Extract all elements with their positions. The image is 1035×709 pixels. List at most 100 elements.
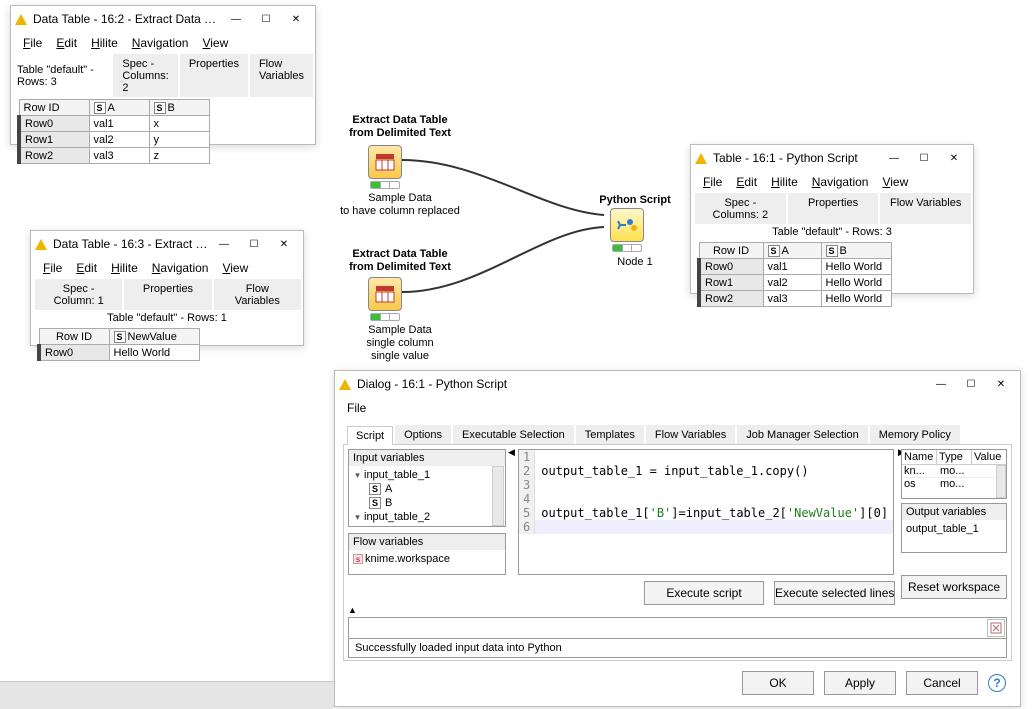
data-table[interactable]: Row ID SNewValue Row0Hello World: [37, 328, 200, 361]
col-rowid[interactable]: Row ID: [39, 329, 109, 345]
execute-script-button[interactable]: Execute script: [644, 581, 764, 605]
splitter-up-icon[interactable]: ▲: [348, 605, 357, 615]
tree-item[interactable]: ▾input_table_1: [351, 468, 503, 482]
collapse-icon[interactable]: ▾: [353, 513, 362, 522]
col-rowid[interactable]: Row ID: [19, 100, 89, 116]
tab-executable[interactable]: Executable Selection: [453, 425, 574, 444]
tab-templates[interactable]: Templates: [576, 425, 644, 444]
flow-var-item[interactable]: s knime.workspace: [349, 550, 505, 568]
minimize-button[interactable]: —: [926, 373, 956, 395]
close-button[interactable]: ✕: [986, 373, 1016, 395]
python-script-dialog: Dialog - 16:1 - Python Script — ☐ ✕ File…: [334, 370, 1021, 707]
tab-jobmgr[interactable]: Job Manager Selection: [737, 425, 868, 444]
col-type[interactable]: Type: [937, 450, 972, 464]
maximize-button[interactable]: ☐: [909, 147, 939, 169]
minimize-button[interactable]: —: [209, 233, 239, 255]
minimize-button[interactable]: —: [221, 8, 251, 30]
data-table-window-2: Data Table - 16:3 - Extract Dat... — ☐ ✕…: [30, 230, 304, 346]
tab-flowvars[interactable]: Flow Variables: [214, 279, 301, 310]
data-table[interactable]: Row ID SA SB Row0val1Hello World Row1val…: [697, 242, 892, 307]
menu-view[interactable]: View: [876, 173, 914, 191]
clear-console-button[interactable]: [987, 619, 1005, 637]
menu-hilite[interactable]: Hilite: [105, 259, 144, 277]
collapse-icon[interactable]: ▾: [353, 471, 362, 480]
menu-file[interactable]: File: [37, 259, 68, 277]
col-rowid[interactable]: Row ID: [699, 243, 763, 259]
code-editor[interactable]: 123 456 output_table_1 = input_table_1.c…: [518, 449, 894, 575]
table-row[interactable]: Row1val2Hello World: [699, 275, 891, 291]
python-script-node[interactable]: [610, 208, 644, 242]
apply-button[interactable]: Apply: [824, 671, 896, 695]
ok-button[interactable]: OK: [742, 671, 814, 695]
table-row[interactable]: kn...mo...: [902, 465, 1006, 478]
extract-table-node-1[interactable]: [368, 145, 402, 179]
close-button[interactable]: ✕: [939, 147, 969, 169]
tab-spec[interactable]: Spec - Columns: 2: [695, 193, 786, 224]
menu-edit[interactable]: Edit: [70, 259, 103, 277]
output-var-item[interactable]: output_table_1: [902, 520, 1006, 538]
menu-view[interactable]: View: [196, 34, 234, 52]
table-row[interactable]: osmo...: [902, 478, 1006, 490]
tab-properties[interactable]: Properties: [788, 193, 879, 224]
tab-properties[interactable]: Properties: [124, 279, 211, 310]
menu-navigation[interactable]: Navigation: [126, 34, 195, 52]
help-button[interactable]: ?: [988, 674, 1006, 692]
col-a[interactable]: SA: [763, 243, 821, 259]
tab-flowvars[interactable]: Flow Variables: [880, 193, 971, 224]
col-newvalue[interactable]: SNewValue: [109, 329, 199, 345]
tree-item[interactable]: SA: [351, 482, 503, 496]
col-b[interactable]: SB: [821, 243, 891, 259]
minimize-button[interactable]: —: [879, 147, 909, 169]
table-row[interactable]: Row2val3Hello World: [699, 291, 891, 307]
titlebar[interactable]: Data Table - 16:2 - Extract Data Table..…: [11, 6, 315, 32]
maximize-button[interactable]: ☐: [251, 8, 281, 30]
tab-properties[interactable]: Properties: [180, 54, 248, 97]
tree-item[interactable]: SB: [351, 496, 503, 510]
tab-memory[interactable]: Memory Policy: [870, 425, 960, 444]
extract-table-node-2[interactable]: [368, 277, 402, 311]
scrollbar[interactable]: [492, 466, 504, 526]
tab-spec[interactable]: Spec - Columns: 2: [113, 54, 177, 97]
menu-navigation[interactable]: Navigation: [146, 259, 215, 277]
col-value[interactable]: Value: [972, 450, 1006, 464]
tab-flowvars[interactable]: Flow Variables: [646, 425, 735, 444]
menu-edit[interactable]: Edit: [50, 34, 83, 52]
tree-item[interactable]: ▾input_table_2: [351, 510, 503, 524]
col-name[interactable]: Name: [902, 450, 937, 464]
close-button[interactable]: ✕: [281, 8, 311, 30]
rows-label: Table "default" - Rows: 3: [691, 224, 973, 240]
console-panel[interactable]: [348, 617, 1007, 639]
menu-hilite[interactable]: Hilite: [765, 173, 804, 191]
menu-view[interactable]: View: [216, 259, 254, 277]
titlebar[interactable]: Data Table - 16:3 - Extract Dat... — ☐ ✕: [31, 231, 303, 257]
titlebar[interactable]: Table - 16:1 - Python Script — ☐ ✕: [691, 145, 973, 171]
python-icon: [616, 216, 638, 234]
menu-file[interactable]: File: [697, 173, 728, 191]
tab-flowvars[interactable]: Flow Variables: [250, 54, 313, 97]
tab-script[interactable]: Script: [347, 426, 393, 445]
maximize-button[interactable]: ☐: [239, 233, 269, 255]
menu-edit[interactable]: Edit: [730, 173, 763, 191]
menu-file[interactable]: File: [17, 34, 48, 52]
data-table[interactable]: Row ID SA SB Row0val1x Row1val2y Row2val…: [17, 99, 210, 164]
tab-options[interactable]: Options: [395, 425, 451, 444]
table-row[interactable]: Row0val1Hello World: [699, 259, 891, 275]
maximize-button[interactable]: ☐: [956, 373, 986, 395]
cancel-button[interactable]: Cancel: [906, 671, 978, 695]
titlebar[interactable]: Dialog - 16:1 - Python Script — ☐ ✕: [335, 371, 1020, 397]
tab-spec[interactable]: Spec - Column: 1: [35, 279, 122, 310]
scrollbar[interactable]: [996, 465, 1006, 498]
table-row[interactable]: Row0val1x: [19, 116, 209, 132]
menu-hilite[interactable]: Hilite: [85, 34, 124, 52]
reset-workspace-button[interactable]: Reset workspace: [901, 575, 1007, 599]
execute-selected-button[interactable]: Execute selected lines: [774, 581, 895, 605]
col-a[interactable]: SA: [89, 100, 149, 116]
col-b[interactable]: SB: [149, 100, 209, 116]
menu-navigation[interactable]: Navigation: [806, 173, 875, 191]
close-button[interactable]: ✕: [269, 233, 299, 255]
table-row[interactable]: Row1val2y: [19, 132, 209, 148]
splitter-left-icon[interactable]: ◀: [508, 447, 515, 458]
menu-file[interactable]: File: [341, 399, 372, 417]
table-row[interactable]: Row2val3z: [19, 148, 209, 164]
table-row[interactable]: Row0Hello World: [39, 345, 199, 361]
